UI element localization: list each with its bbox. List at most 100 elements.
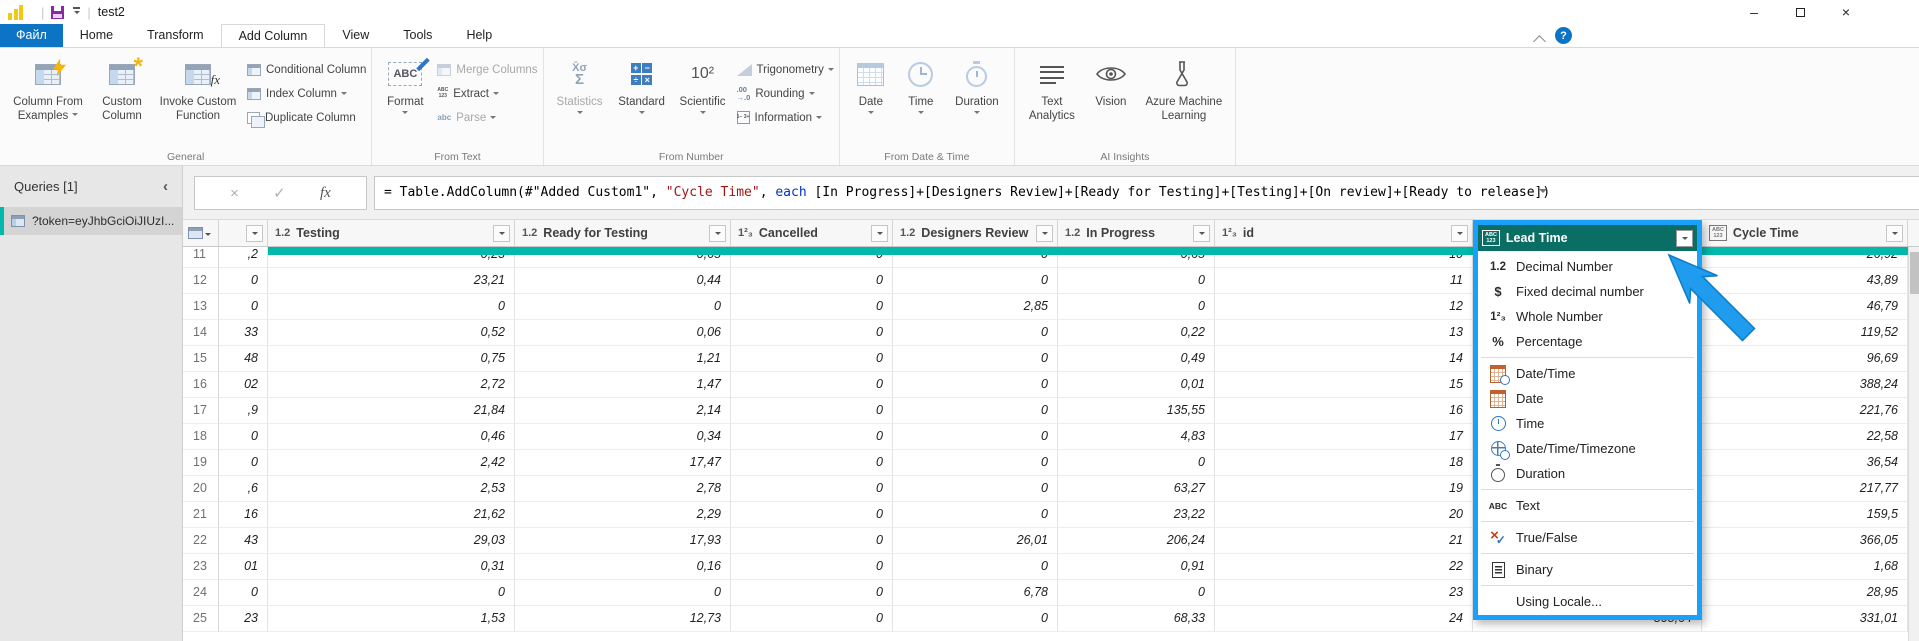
merge-columns-button[interactable]: Merge Columns bbox=[437, 60, 537, 79]
cell-id[interactable]: 16 bbox=[1215, 398, 1473, 424]
cell-cancelled[interactable]: 0 bbox=[731, 372, 893, 398]
cell-designers-review[interactable]: 0 bbox=[893, 424, 1058, 450]
cell-truncated[interactable]: 48 bbox=[219, 346, 268, 372]
cell-cycle-time[interactable]: 36,54 bbox=[1702, 450, 1908, 476]
column-header-in-progress[interactable]: 1.2 In Progress bbox=[1058, 220, 1215, 246]
cell-cycle-time[interactable]: 28,95 bbox=[1702, 580, 1908, 606]
index-column-button[interactable]: Index Column bbox=[247, 84, 366, 103]
cell-cancelled[interactable]: 0 bbox=[731, 606, 893, 632]
cell-testing[interactable]: 0 bbox=[268, 294, 515, 320]
ribbon-tab[interactable]: Home bbox=[63, 24, 130, 47]
data-type-menu-item[interactable]: Binary bbox=[1478, 557, 1697, 582]
cell-cycle-time[interactable]: 221,76 bbox=[1702, 398, 1908, 424]
cell-in-progress[interactable]: 4,83 bbox=[1058, 424, 1215, 450]
cell-designers-review[interactable]: 0 bbox=[893, 398, 1058, 424]
cell-cycle-time[interactable]: 331,01 bbox=[1702, 606, 1908, 632]
cell-testing[interactable]: 0 bbox=[268, 580, 515, 606]
cell-cancelled[interactable]: 0 bbox=[731, 476, 893, 502]
cell-in-progress[interactable]: 0,91 bbox=[1058, 554, 1215, 580]
cell-testing[interactable]: 21,84 bbox=[268, 398, 515, 424]
query-list-item[interactable]: ?token=eyJhbGciOiJIUzI... bbox=[0, 207, 182, 235]
cell-cancelled[interactable]: 0 bbox=[731, 502, 893, 528]
column-header-testing[interactable]: 1.2 Testing bbox=[268, 220, 515, 246]
extract-button[interactable]: ABC123 Extract bbox=[437, 84, 537, 103]
filter-button[interactable] bbox=[246, 225, 263, 242]
cell-truncated[interactable]: 33 bbox=[219, 320, 268, 346]
cell-truncated[interactable]: 0 bbox=[219, 294, 268, 320]
custom-column-button[interactable]: * Custom Column bbox=[91, 50, 153, 146]
cell-id[interactable]: 19 bbox=[1215, 476, 1473, 502]
help-icon[interactable]: ? bbox=[1555, 27, 1572, 44]
cell-in-progress[interactable]: 0,22 bbox=[1058, 320, 1215, 346]
statistics-button[interactable]: X̄σΣ Statistics bbox=[549, 50, 611, 146]
data-type-menu-item[interactable]: Date/Time bbox=[1478, 361, 1697, 386]
cell-ready-for-testing[interactable]: 0 bbox=[515, 294, 731, 320]
cell-testing[interactable]: 2,72 bbox=[268, 372, 515, 398]
cell-id[interactable]: 24 bbox=[1215, 606, 1473, 632]
duplicate-column-button[interactable]: Duplicate Column bbox=[247, 108, 366, 127]
cell-in-progress[interactable]: 0,49 bbox=[1058, 346, 1215, 372]
cell-cycle-time[interactable]: 1,68 bbox=[1702, 554, 1908, 580]
information-button[interactable]: 1− 3+ Information bbox=[737, 108, 834, 127]
filter-button[interactable] bbox=[1193, 225, 1210, 242]
cell-id[interactable]: 22 bbox=[1215, 554, 1473, 580]
cell-truncated[interactable]: 0 bbox=[219, 580, 268, 606]
cell-ready-for-testing[interactable]: 0,06 bbox=[515, 320, 731, 346]
filter-button[interactable] bbox=[1676, 230, 1693, 247]
cell-truncated[interactable]: 0 bbox=[219, 424, 268, 450]
filter-button[interactable] bbox=[1886, 225, 1903, 242]
cell-designers-review[interactable]: 0 bbox=[893, 606, 1058, 632]
text-analytics-button[interactable]: Text Analytics bbox=[1020, 50, 1084, 146]
cell-testing[interactable]: 0,75 bbox=[268, 346, 515, 372]
standard-button[interactable]: +− ÷× Standard bbox=[611, 50, 673, 146]
cell-ready-for-testing[interactable]: 0 bbox=[515, 580, 731, 606]
cell-designers-review[interactable]: 0 bbox=[893, 346, 1058, 372]
duration-button[interactable]: Duration bbox=[945, 50, 1009, 146]
cell-designers-review[interactable]: 0 bbox=[893, 502, 1058, 528]
data-type-menu-item[interactable]: Date bbox=[1478, 386, 1697, 411]
cell-ready-for-testing[interactable]: 2,29 bbox=[515, 502, 731, 528]
cell-cycle-time[interactable]: 96,69 bbox=[1702, 346, 1908, 372]
cell-testing[interactable]: 0,46 bbox=[268, 424, 515, 450]
cell-id[interactable]: 11 bbox=[1215, 268, 1473, 294]
data-type-menu-item[interactable]: Date/Time/Timezone bbox=[1478, 436, 1697, 461]
filter-button[interactable] bbox=[1036, 225, 1053, 242]
cell-cancelled[interactable]: 0 bbox=[731, 294, 893, 320]
cell-in-progress[interactable]: 0 bbox=[1058, 450, 1215, 476]
scrollbar-thumb[interactable] bbox=[1910, 252, 1919, 294]
filter-button[interactable] bbox=[1451, 225, 1468, 242]
cell-testing[interactable]: 0,31 bbox=[268, 554, 515, 580]
conditional-column-button[interactable]: Conditional Column bbox=[247, 60, 366, 79]
cell-truncated[interactable]: 0 bbox=[219, 268, 268, 294]
cell-ready-for-testing[interactable]: 1,21 bbox=[515, 346, 731, 372]
cell-cycle-time[interactable]: 159,5 bbox=[1702, 502, 1908, 528]
date-button[interactable]: Date bbox=[845, 50, 897, 146]
cell-ready-for-testing[interactable]: 0,16 bbox=[515, 554, 731, 580]
column-header-cancelled[interactable]: 1²₃ Cancelled bbox=[731, 220, 893, 246]
cell-truncated[interactable]: ,6 bbox=[219, 476, 268, 502]
cell-in-progress[interactable]: 135,55 bbox=[1058, 398, 1215, 424]
cell-cancelled[interactable]: 0 bbox=[731, 346, 893, 372]
filter-button[interactable] bbox=[493, 225, 510, 242]
cell-testing[interactable]: 1,53 bbox=[268, 606, 515, 632]
cell-designers-review[interactable]: 0 bbox=[893, 476, 1058, 502]
cell-designers-review[interactable]: 0 bbox=[893, 268, 1058, 294]
cell-id[interactable]: 12 bbox=[1215, 294, 1473, 320]
commit-formula-icon[interactable]: ✓ bbox=[273, 184, 286, 202]
data-type-menu-item[interactable]: Using Locale... bbox=[1478, 589, 1697, 614]
cell-id[interactable]: 21 bbox=[1215, 528, 1473, 554]
quick-access-dropdown-icon[interactable] bbox=[73, 7, 80, 17]
cell-id[interactable]: 23 bbox=[1215, 580, 1473, 606]
cell-truncated[interactable]: 16 bbox=[219, 502, 268, 528]
cell-testing[interactable]: 0,52 bbox=[268, 320, 515, 346]
parse-button[interactable]: abc Parse bbox=[437, 108, 537, 127]
select-all-corner[interactable] bbox=[183, 220, 219, 246]
cell-in-progress[interactable]: 23,22 bbox=[1058, 502, 1215, 528]
maximize-button[interactable] bbox=[1777, 0, 1823, 24]
collapse-panel-icon[interactable]: ‹ bbox=[163, 182, 168, 192]
vision-button[interactable]: Vision bbox=[1084, 50, 1138, 146]
invoke-custom-function-button[interactable]: fx Invoke Custom Function bbox=[153, 50, 243, 146]
selected-column-header-lead-time[interactable]: ABC123 Lead Time bbox=[1478, 225, 1697, 251]
column-header-ready-for-testing[interactable]: 1.2 Ready for Testing bbox=[515, 220, 731, 246]
cell-cycle-time[interactable]: 388,24 bbox=[1702, 372, 1908, 398]
